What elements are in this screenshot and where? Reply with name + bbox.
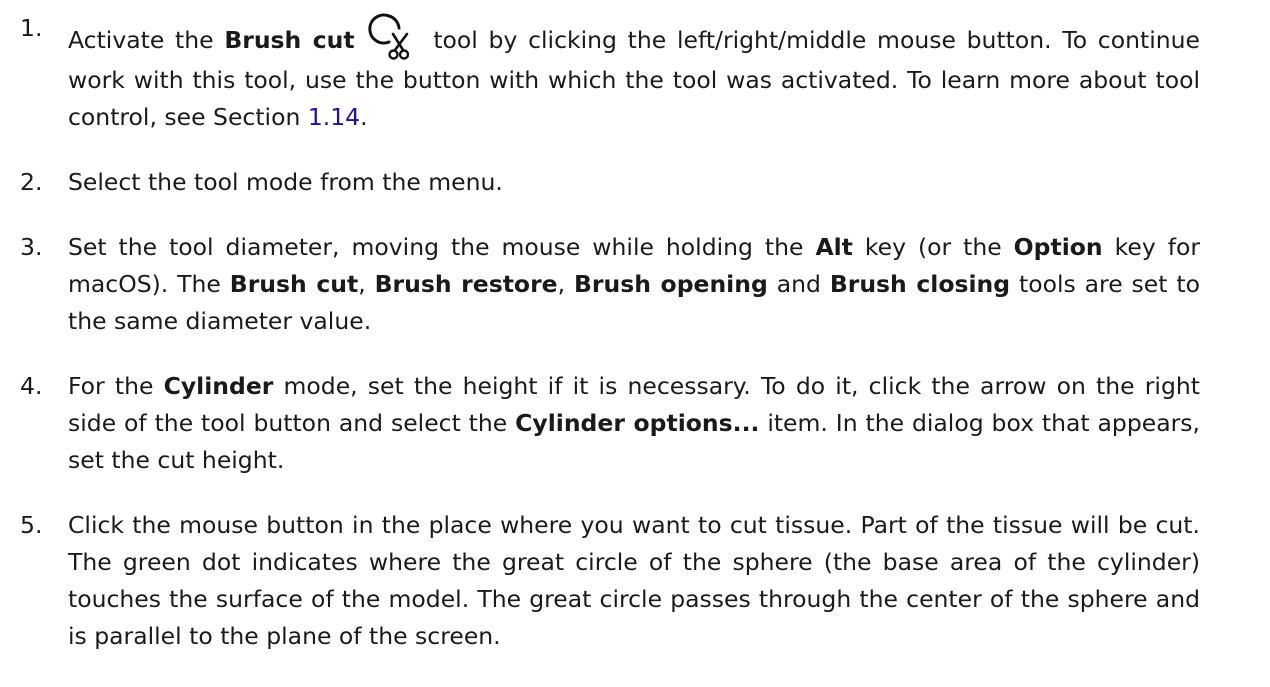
- tool-name-brush-closing: Brush closing: [829, 270, 1011, 298]
- step-number: 2.: [20, 168, 43, 196]
- step-text: Activate the: [68, 26, 225, 54]
- brush-cut-icon: [367, 13, 409, 60]
- tool-name-brush-cut: Brush cut: [224, 26, 355, 54]
- step-4: 4. For the Cylinder mode, set the height…: [0, 368, 1200, 479]
- tool-name-brush-restore: Brush restore: [374, 270, 558, 298]
- step-number: 5.: [20, 511, 43, 539]
- step-text: ,: [557, 270, 574, 298]
- step-5: 5. Click the mouse button in the place w…: [0, 507, 1200, 655]
- tool-name-brush-cut: Brush cut: [229, 270, 359, 298]
- step-text: Click the mouse button in the place wher…: [68, 511, 1200, 650]
- step-number: 4.: [20, 372, 43, 400]
- step-text: and: [767, 270, 830, 298]
- step-number: 1.: [20, 14, 43, 42]
- document-page: 1. Activate the Brush cut tool by clicki…: [0, 0, 1270, 687]
- step-number: 3.: [20, 233, 43, 261]
- step-text: .: [360, 103, 368, 131]
- mode-name-cylinder: Cylinder: [163, 372, 274, 400]
- step-1: 1. Activate the Brush cut tool by clicki…: [0, 10, 1200, 136]
- section-link-1-14[interactable]: 1.14: [308, 103, 360, 131]
- step-3: 3. Set the tool diameter, moving the mou…: [0, 229, 1200, 340]
- step-text: ,: [358, 270, 375, 298]
- menu-item-cylinder-options: Cylinder options...: [515, 409, 760, 437]
- tool-name-brush-opening: Brush opening: [573, 270, 768, 298]
- step-2: 2. Select the tool mode from the menu.: [0, 164, 1200, 201]
- key-alt: Alt: [815, 233, 853, 261]
- step-text: Set the tool diameter, moving the mouse …: [68, 233, 816, 261]
- step-text: key (or the: [852, 233, 1014, 261]
- instruction-steps-list: 1. Activate the Brush cut tool by clicki…: [0, 10, 1270, 655]
- key-option: Option: [1013, 233, 1103, 261]
- step-text: Select the tool mode from the menu.: [68, 168, 503, 196]
- step-text: For the: [68, 372, 164, 400]
